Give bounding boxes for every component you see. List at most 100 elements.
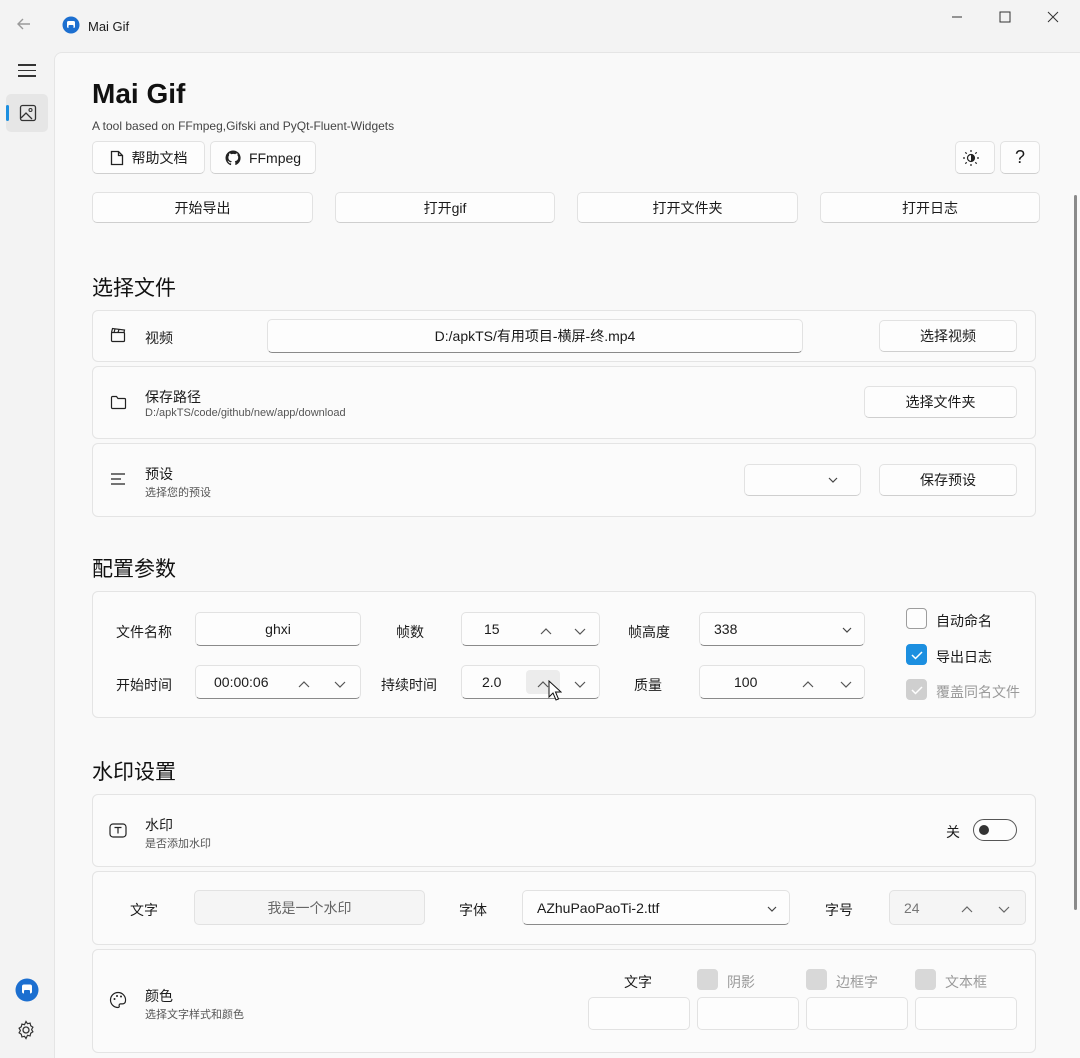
watermark-text-value: 我是一个水印 xyxy=(267,899,352,916)
scrollbar[interactable] xyxy=(1074,195,1077,910)
textbox-checkbox xyxy=(915,969,936,990)
text-color-swatch[interactable] xyxy=(588,997,690,1030)
save-preset-button[interactable]: 保存预设 xyxy=(879,464,1017,496)
select-folder-button[interactable]: 选择文件夹 xyxy=(864,386,1017,418)
overwrite-checkbox xyxy=(906,679,927,700)
section-title-config: 配置参数 xyxy=(92,558,176,581)
border-checkbox xyxy=(806,969,827,990)
filename-input[interactable]: ghxi xyxy=(195,612,361,646)
minimize-button[interactable] xyxy=(934,8,980,30)
open-log-label: 打开日志 xyxy=(902,199,958,216)
fps-value: 15 xyxy=(484,621,500,637)
watermark-text-input[interactable]: 我是一个水印 xyxy=(194,890,425,925)
font-size-value: 24 xyxy=(904,899,920,916)
chevron-down-icon[interactable] xyxy=(568,620,592,642)
chevron-up-icon[interactable] xyxy=(292,673,316,695)
section-title-select-file: 选择文件 xyxy=(92,277,176,300)
save-preset-label: 保存预设 xyxy=(920,472,976,488)
palette-icon xyxy=(109,991,127,1009)
open-gif-button[interactable]: 打开gif xyxy=(335,192,555,223)
start-time-spinbox[interactable]: 00:00:06 xyxy=(195,665,361,699)
auto-name-label: 自动命名 xyxy=(936,613,992,629)
back-arrow-icon[interactable] xyxy=(14,14,40,38)
page-subtitle: A tool based on FFmpeg,Gifski and PyQt-F… xyxy=(92,119,395,133)
start-export-button[interactable]: 开始导出 xyxy=(92,192,313,223)
textbox-label: 文本框 xyxy=(945,974,987,990)
maximize-button[interactable] xyxy=(982,8,1028,30)
open-folder-button[interactable]: 打开文件夹 xyxy=(577,192,798,223)
open-gif-label: 打开gif xyxy=(423,199,467,216)
chevron-down-icon[interactable] xyxy=(992,898,1016,920)
video-path-value: D:/apkTS/有用项目-横屏-终.mp4 xyxy=(434,328,636,344)
chevron-up-icon[interactable] xyxy=(534,620,558,642)
duration-value: 2.0 xyxy=(482,674,502,690)
chevron-up-icon[interactable] xyxy=(796,673,820,695)
close-button[interactable] xyxy=(1030,8,1076,30)
start-time-label: 开始时间 xyxy=(116,677,172,693)
textbox-color-swatch[interactable] xyxy=(915,997,1017,1030)
font-size-spinbox[interactable]: 24 xyxy=(889,890,1026,925)
chevron-down-icon[interactable] xyxy=(568,673,592,695)
quality-label: 质量 xyxy=(634,677,662,693)
quality-spinbox[interactable]: 100 xyxy=(699,665,865,699)
select-folder-label: 选择文件夹 xyxy=(905,394,976,410)
selection-indicator xyxy=(6,105,9,121)
open-folder-label: 打开文件夹 xyxy=(652,199,723,216)
checkmark-icon xyxy=(911,651,923,660)
font-label: 字体 xyxy=(459,902,487,918)
border-color-swatch[interactable] xyxy=(806,997,908,1030)
chevron-down-icon[interactable] xyxy=(328,673,352,695)
export-log-checkbox[interactable] xyxy=(906,644,927,665)
quality-value: 100 xyxy=(734,674,758,690)
duration-spinbox[interactable]: 2.0 xyxy=(461,665,600,701)
fps-label: 帧数 xyxy=(396,624,424,640)
preset-dropdown[interactable] xyxy=(744,464,861,496)
help-doc-button[interactable]: 帮助文档 xyxy=(92,141,205,174)
chevron-down-icon xyxy=(767,906,777,912)
preset-list-icon xyxy=(111,473,125,485)
settings-gear-icon[interactable] xyxy=(16,1020,38,1042)
sidebar-item-gif[interactable] xyxy=(6,94,48,132)
window-title: Mai Gif xyxy=(88,19,130,34)
help-doc-label: 帮助文档 xyxy=(131,149,188,166)
frame-height-dropdown[interactable]: 338 xyxy=(699,612,865,646)
help-button[interactable]: ? xyxy=(1000,141,1040,174)
ffmpeg-button[interactable]: FFmpeg xyxy=(210,141,316,174)
watermark-sublabel: 是否添加水印 xyxy=(145,838,211,850)
section-title-watermark: 水印设置 xyxy=(92,761,176,784)
video-label: 视频 xyxy=(145,330,173,346)
chevron-down-icon[interactable] xyxy=(834,673,858,695)
preset-label: 预设 xyxy=(145,466,173,482)
frame-height-label: 帧高度 xyxy=(628,624,670,640)
hamburger-menu-icon[interactable] xyxy=(13,60,41,82)
watermark-toggle-text: 关 xyxy=(946,824,960,840)
watermark-text-label: 文字 xyxy=(130,902,158,918)
color-sublabel: 选择文字样式和颜色 xyxy=(145,1009,244,1021)
brightness-icon xyxy=(963,149,979,166)
shadow-color-swatch[interactable] xyxy=(697,997,799,1030)
video-clapper-icon xyxy=(110,327,126,343)
theme-toggle-button[interactable] xyxy=(955,141,995,174)
filename-value: ghxi xyxy=(265,621,291,637)
auto-name-checkbox[interactable] xyxy=(906,608,927,629)
ffmpeg-label: FFmpeg xyxy=(248,149,302,166)
font-size-label: 字号 xyxy=(825,902,853,918)
open-log-button[interactable]: 打开日志 xyxy=(820,192,1040,223)
color-label: 颜色 xyxy=(145,988,173,1004)
duration-label: 持续时间 xyxy=(381,677,437,693)
border-label: 边框字 xyxy=(836,974,878,990)
question-icon: ? xyxy=(1014,147,1025,167)
text-box-icon xyxy=(109,823,127,838)
video-path-field[interactable]: D:/apkTS/有用项目-横屏-终.mp4 xyxy=(267,319,803,353)
font-dropdown[interactable]: AZhuPaoPaoTi-2.ttf xyxy=(522,890,790,925)
toggle-knob xyxy=(979,825,989,835)
app-logo-icon xyxy=(62,16,80,34)
watermark-toggle[interactable] xyxy=(973,819,1017,841)
chevron-up-icon[interactable] xyxy=(955,898,979,920)
avatar[interactable] xyxy=(15,978,39,1002)
document-icon xyxy=(110,150,123,165)
select-video-label: 选择视频 xyxy=(920,328,976,344)
fps-spinbox[interactable]: 15 xyxy=(461,612,600,646)
start-export-label: 开始导出 xyxy=(174,199,231,216)
select-video-button[interactable]: 选择视频 xyxy=(879,320,1017,352)
